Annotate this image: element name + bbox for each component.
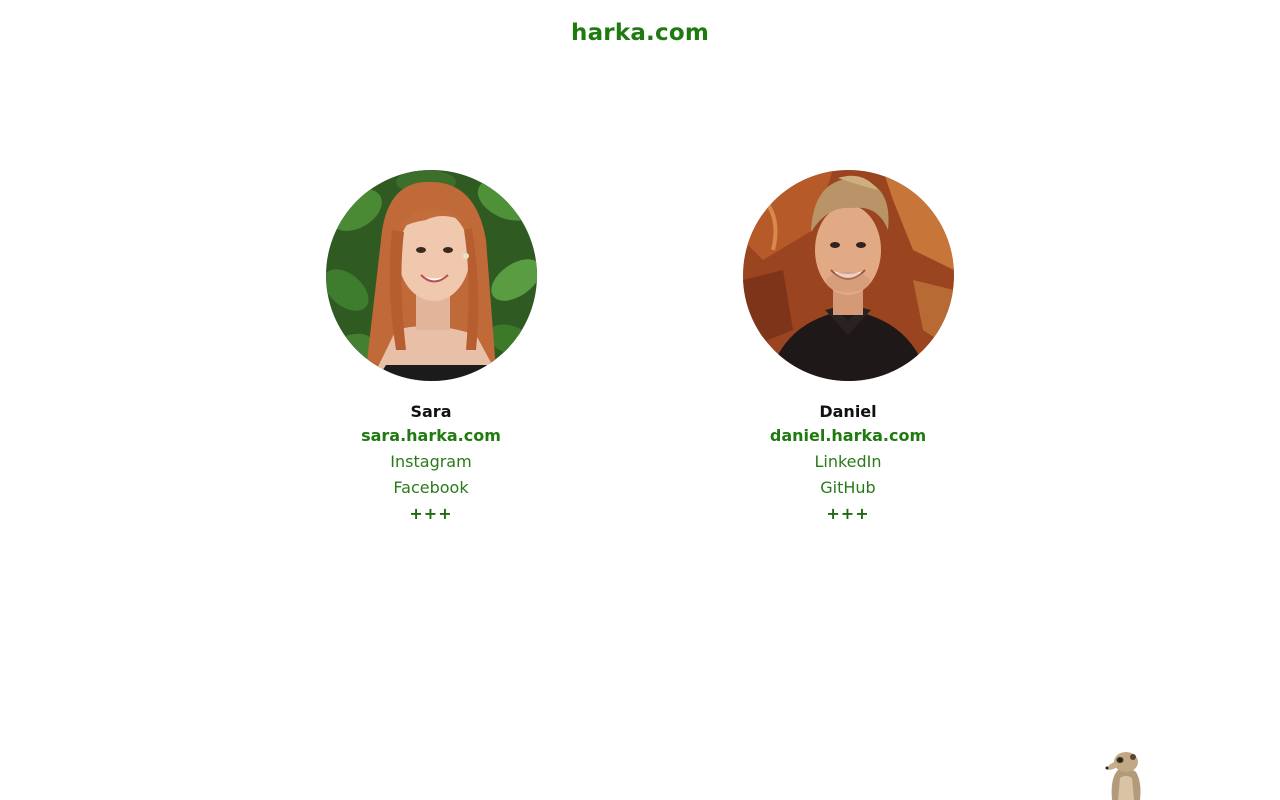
person-card-daniel: Daniel daniel.harka.com LinkedIn GitHub … [698, 170, 998, 527]
more-link[interactable]: +++ [698, 501, 998, 527]
person-name: Daniel [819, 402, 877, 421]
avatar-sara [325, 170, 537, 381]
personal-site-link[interactable]: sara.harka.com [281, 423, 581, 449]
facebook-link[interactable]: Facebook [281, 475, 581, 501]
github-link[interactable]: GitHub [698, 475, 998, 501]
meerkat-image [1100, 748, 1150, 800]
avatar-daniel [742, 170, 954, 381]
page: harka.com Sara sara.harka.com Instagram … [0, 0, 1280, 800]
person-name: Sara [410, 402, 452, 421]
more-link[interactable]: +++ [281, 501, 581, 527]
personal-site-link[interactable]: daniel.harka.com [698, 423, 998, 449]
person-card-sara: Sara sara.harka.com Instagram Facebook +… [281, 170, 581, 527]
linkedin-link[interactable]: LinkedIn [698, 449, 998, 475]
site-title-link[interactable]: harka.com [0, 20, 1280, 46]
instagram-link[interactable]: Instagram [281, 449, 581, 475]
